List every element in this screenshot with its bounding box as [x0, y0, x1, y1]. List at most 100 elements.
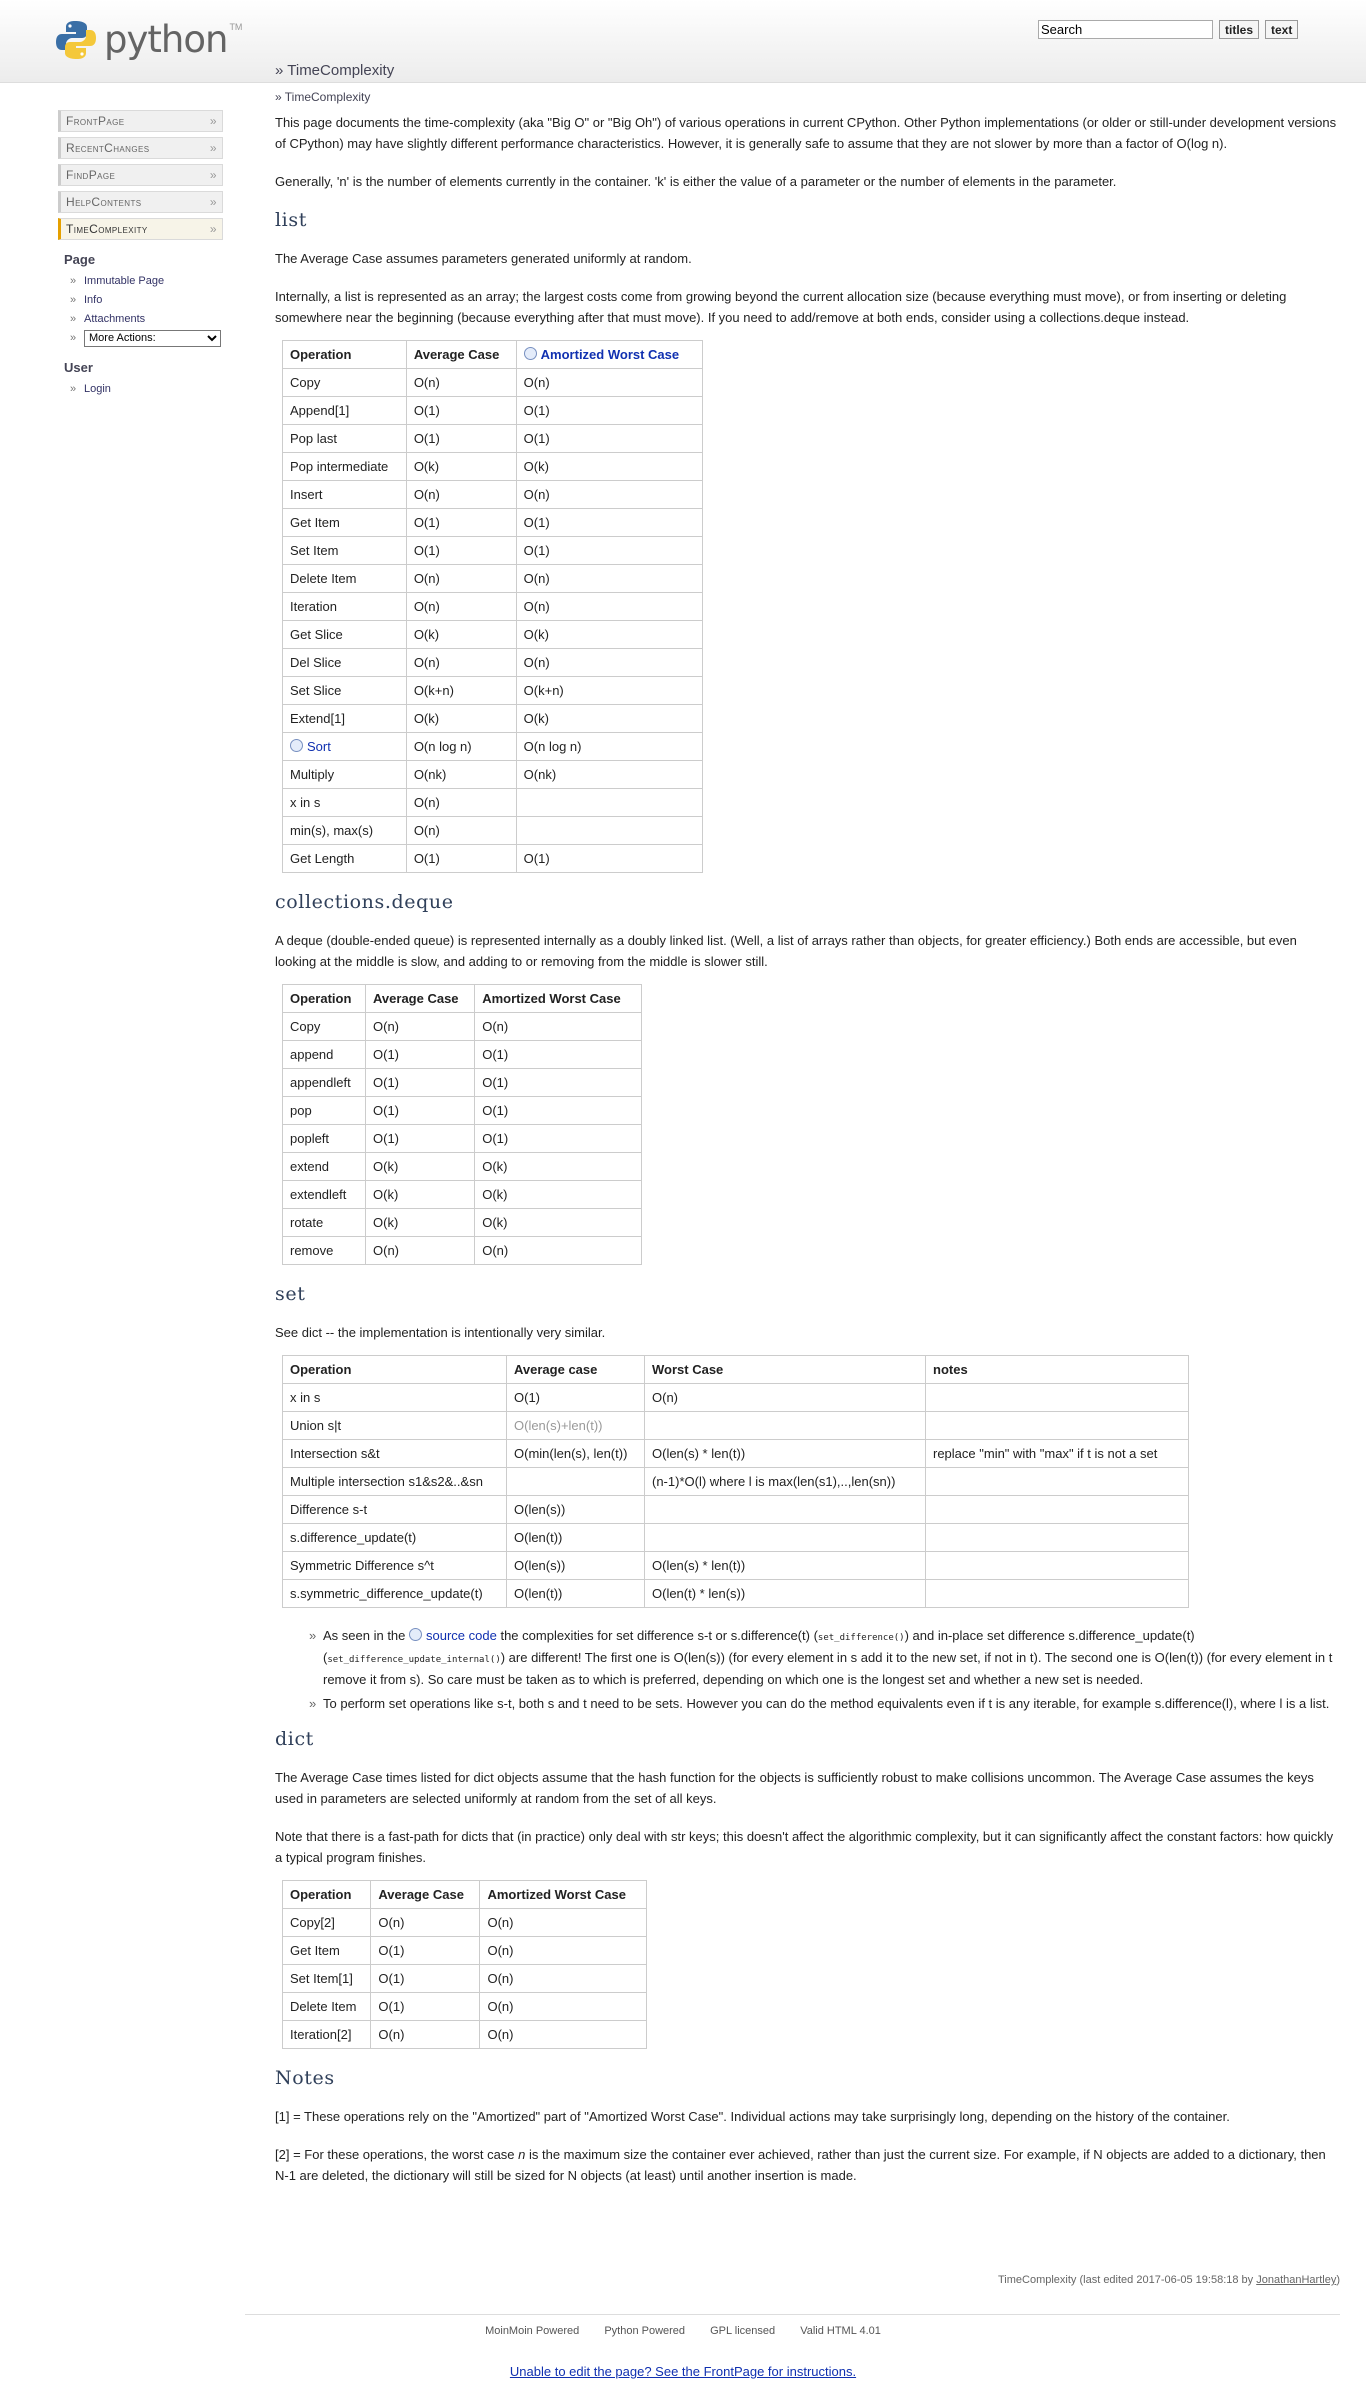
- table-cell: remove: [281, 1236, 367, 1265]
- table-row: Intersection s&t O(min(len(s), len(t)) O(l…: [282, 1439, 1189, 1468]
- table-row: Get Item O(1) O(n): [281, 1936, 647, 1965]
- table-cell: O(1): [405, 396, 517, 425]
- table-cell: Delete Item: [281, 1992, 372, 2021]
- table-row: Pop last O(1) O(1): [282, 424, 704, 453]
- list-item: » Immutable Page: [64, 272, 223, 291]
- table-cell: O(nk): [405, 760, 517, 789]
- table-cell: O(k): [515, 620, 704, 649]
- nav-helpcontents[interactable]: HelpContents »: [58, 191, 223, 213]
- double-chevron-icon: »: [209, 222, 217, 236]
- nav-findpage[interactable]: FindPage »: [58, 164, 223, 186]
- set-notes-list: » As seen in the source code the complexi…: [309, 1626, 1341, 1714]
- list-item: » To perform set operations like s-t, bot…: [309, 1694, 1341, 1714]
- edit-help-link[interactable]: Unable to edit the page? See the FrontPa…: [510, 2364, 856, 2379]
- table-cell: O(1): [474, 1124, 642, 1153]
- table-cell: O(1): [515, 396, 704, 425]
- page-actions-list: » Immutable Page » Info » Attachments » More…: [58, 272, 223, 348]
- table-cell: O(n): [365, 1236, 476, 1265]
- double-chevron-icon: »: [209, 195, 217, 209]
- titles-search-button[interactable]: titles: [1219, 20, 1260, 39]
- intro-paragraph: Generally, 'n' is the number of elements…: [275, 174, 1117, 189]
- source-code-link[interactable]: source code: [426, 1628, 497, 1643]
- footer-divider: [245, 2314, 1340, 2315]
- table-cell: Delete Item: [282, 564, 407, 593]
- column-header: Operation: [281, 984, 367, 1013]
- python-logo[interactable]: python TM: [55, 18, 242, 61]
- table-row: Delete Item O(1) O(n): [281, 1992, 647, 2021]
- table-cell: O(k): [405, 620, 517, 649]
- table-cell: O(min(len(s), len(t)): [506, 1439, 645, 1468]
- set-paragraph: See dict -- the implementation is intent…: [275, 1325, 606, 1340]
- table-cell: O(n): [405, 648, 517, 677]
- table-row: extend O(k) O(k): [281, 1152, 642, 1181]
- table-row: Append[1] O(1) O(1): [282, 396, 704, 425]
- table-cell: O(n): [405, 480, 517, 509]
- table-cell: O(n): [405, 788, 517, 817]
- table-cell: O(1): [370, 1936, 481, 1965]
- table-cell: Multiply: [282, 760, 407, 789]
- nav-label: FrontPage: [66, 114, 125, 128]
- table-cell: O(k): [474, 1180, 642, 1209]
- table-cell: O(n): [405, 592, 517, 621]
- table-row: Copy[2] O(n) O(n): [281, 1908, 647, 1937]
- table-cell: [515, 788, 704, 817]
- inline-code: set_difference(): [817, 1633, 905, 1643]
- column-header: notes: [925, 1355, 1189, 1384]
- trail-breadcrumb: » TimeComplexity: [275, 90, 370, 104]
- more-actions-select[interactable]: More Actions:: [84, 329, 221, 347]
- attachments-link[interactable]: Attachments: [84, 313, 145, 325]
- table-cell: [515, 816, 704, 845]
- author-link[interactable]: JonathanHartley: [1256, 2274, 1336, 2286]
- table-row: appendleft O(1) O(1): [281, 1068, 642, 1097]
- nav-frontpage[interactable]: FrontPage »: [58, 110, 223, 132]
- table-row: Get Length O(1) O(1): [282, 844, 704, 873]
- table-cell: O(1): [405, 508, 517, 537]
- table-header-row: Operation Average Case Amortized Worst C…: [281, 1880, 647, 1909]
- gpl-credit[interactable]: GPL licensed: [710, 2325, 775, 2337]
- table-cell: O(n): [479, 1964, 647, 1993]
- table-cell: O(1): [370, 1964, 481, 1993]
- table-cell: popleft: [281, 1124, 367, 1153]
- html-credit[interactable]: Valid HTML 4.01: [800, 2325, 881, 2337]
- table-cell: O(1): [474, 1096, 642, 1125]
- table-cell: [644, 1411, 926, 1440]
- table-cell: O(n): [405, 564, 517, 593]
- table-row: Copy O(n) O(n): [282, 368, 704, 397]
- list-item: » More Actions:: [64, 329, 223, 348]
- table-cell: Insert: [282, 480, 407, 509]
- dict-heading: dict: [275, 1728, 314, 1750]
- table-cell: O(k+n): [405, 676, 517, 705]
- list-complexity-table: Operation Average Case Amortized Worst C…: [282, 340, 704, 873]
- table-cell: Difference s-t: [282, 1495, 507, 1524]
- table-cell: Set Slice: [282, 676, 407, 705]
- table-cell: O(1): [405, 424, 517, 453]
- page-heading: Page: [64, 252, 96, 267]
- search-input[interactable]: [1038, 20, 1213, 39]
- table-cell: O(n log n): [405, 732, 517, 761]
- page-info-text: TimeComplexity (last edited 2017-06-05 1…: [997, 2274, 1257, 2286]
- table-cell: O(1): [405, 844, 517, 873]
- table-cell: O(n): [644, 1383, 926, 1412]
- table-cell: O(n): [479, 1908, 647, 1937]
- moinmoin-credit[interactable]: MoinMoin Powered: [485, 2325, 579, 2337]
- immutable-page-link[interactable]: Immutable Page: [84, 275, 164, 287]
- info-link[interactable]: Info: [84, 294, 102, 306]
- inline-code: set_difference_update_internal(): [327, 1655, 501, 1665]
- note-text: As seen in the: [323, 1628, 406, 1643]
- nav-timecomplexity[interactable]: TimeComplexity »: [58, 218, 223, 240]
- user-heading: User: [64, 360, 93, 375]
- table-cell: O(n): [370, 1908, 481, 1937]
- table-cell: O(n): [515, 592, 704, 621]
- text-search-button[interactable]: text: [1265, 20, 1299, 39]
- python-credit[interactable]: Python Powered: [604, 2325, 685, 2337]
- page-title-link[interactable]: TimeComplexity: [287, 62, 394, 79]
- table-row: popleft O(1) O(1): [281, 1124, 642, 1153]
- sort-link[interactable]: Sort: [307, 739, 331, 754]
- amortized-worst-case-link[interactable]: Amortized Worst Case: [541, 347, 679, 362]
- nav-recentchanges[interactable]: RecentChanges »: [58, 137, 223, 159]
- table-cell: O(n): [474, 1236, 642, 1265]
- table-cell: O(k): [474, 1208, 642, 1237]
- table-cell: [644, 1523, 926, 1552]
- login-link[interactable]: Login: [84, 383, 111, 395]
- trail-link[interactable]: TimeComplexity: [285, 90, 371, 104]
